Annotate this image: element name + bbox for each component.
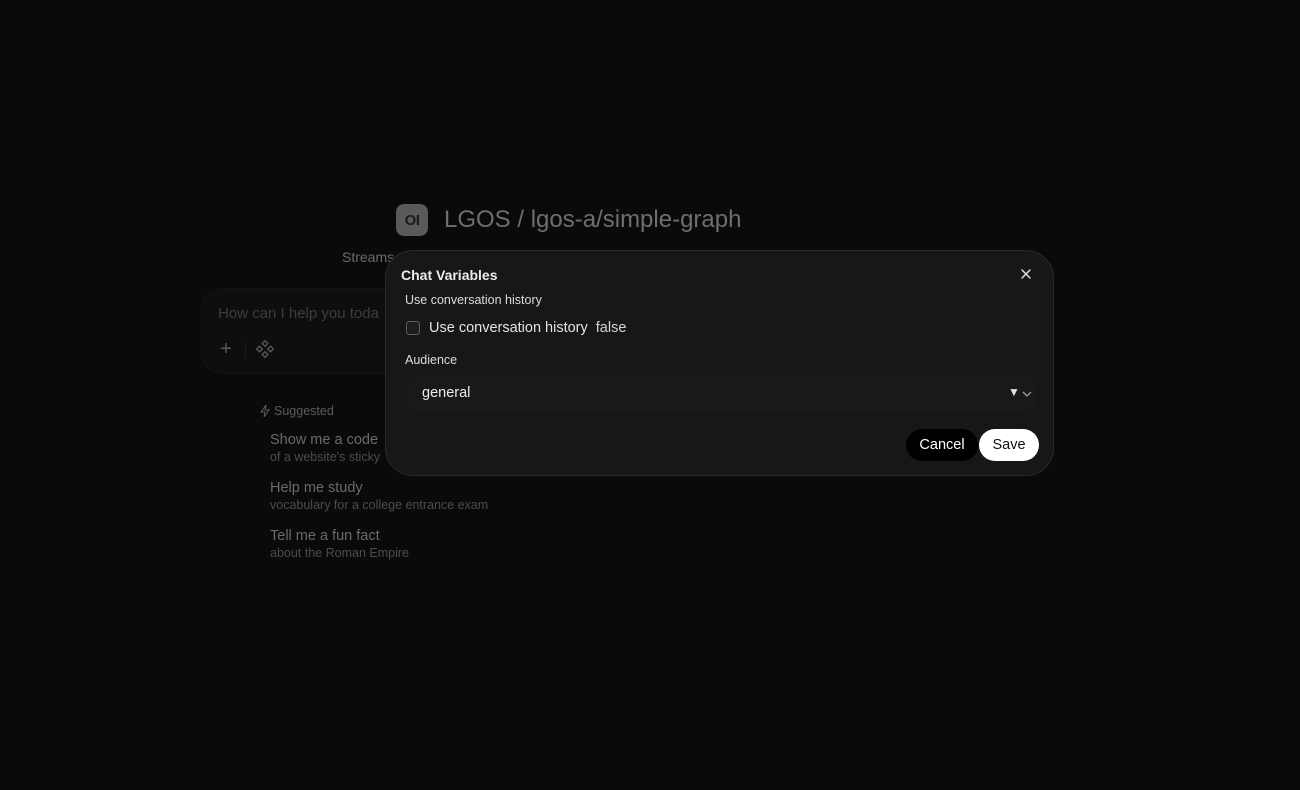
chat-variables-modal: Chat Variables Use conversation history … <box>385 250 1054 476</box>
history-checkbox[interactable] <box>406 321 420 335</box>
history-checkbox-row[interactable]: Use conversation history false <box>406 320 626 336</box>
suggestion-title: Help me study <box>270 480 363 496</box>
close-icon[interactable] <box>1018 266 1034 282</box>
audience-select[interactable]: general ▼ <box>406 375 1036 411</box>
suggestion-item[interactable]: Show me a code of a website's sticky <box>270 431 380 465</box>
suggested-label: Suggested <box>274 404 334 418</box>
suggestion-item[interactable]: Tell me a fun fact about the Roman Empir… <box>270 527 409 561</box>
app-header: OI LGOS / lgos-a/simple-graph <box>396 204 741 236</box>
save-button[interactable]: Save <box>979 429 1039 461</box>
toolbar-divider <box>245 342 246 358</box>
history-checkbox-label[interactable]: Use conversation history <box>429 320 588 336</box>
bolt-icon <box>260 405 270 417</box>
history-field-label: Use conversation history <box>405 293 542 307</box>
suggestion-subtitle: of a website's sticky <box>270 450 381 464</box>
suggestion-title: Show me a code <box>270 432 379 448</box>
audience-field-label: Audience <box>405 353 458 367</box>
suggestion-subtitle: vocabulary for a college entrance exam <box>270 498 489 512</box>
app-logo: OI <box>396 204 428 236</box>
model-subtitle: Streams <box>342 249 395 265</box>
dropdown-triangle-icon: ▼ <box>1008 385 1020 399</box>
history-checkbox-value: false <box>595 320 627 336</box>
audience-select-value: general <box>422 385 471 401</box>
modal-title: Chat Variables <box>401 267 498 283</box>
chevron-down-icon <box>1022 391 1032 397</box>
suggestion-title: Tell me a fun fact <box>270 528 380 544</box>
suggestion-subtitle: about the Roman Empire <box>270 546 409 560</box>
model-title: LGOS / lgos-a/simple-graph <box>444 206 742 233</box>
chat-input-placeholder[interactable]: How can I help you toda <box>218 305 379 322</box>
cancel-button[interactable]: Cancel <box>906 429 978 461</box>
integrations-icon[interactable] <box>256 340 274 358</box>
suggested-heading: Suggested <box>260 404 334 418</box>
plus-icon[interactable]: + <box>216 339 236 359</box>
suggestion-item[interactable]: Help me study vocabulary for a college e… <box>270 479 488 513</box>
page: OI LGOS / lgos-a/simple-graph Streams Ho… <box>0 0 1300 790</box>
